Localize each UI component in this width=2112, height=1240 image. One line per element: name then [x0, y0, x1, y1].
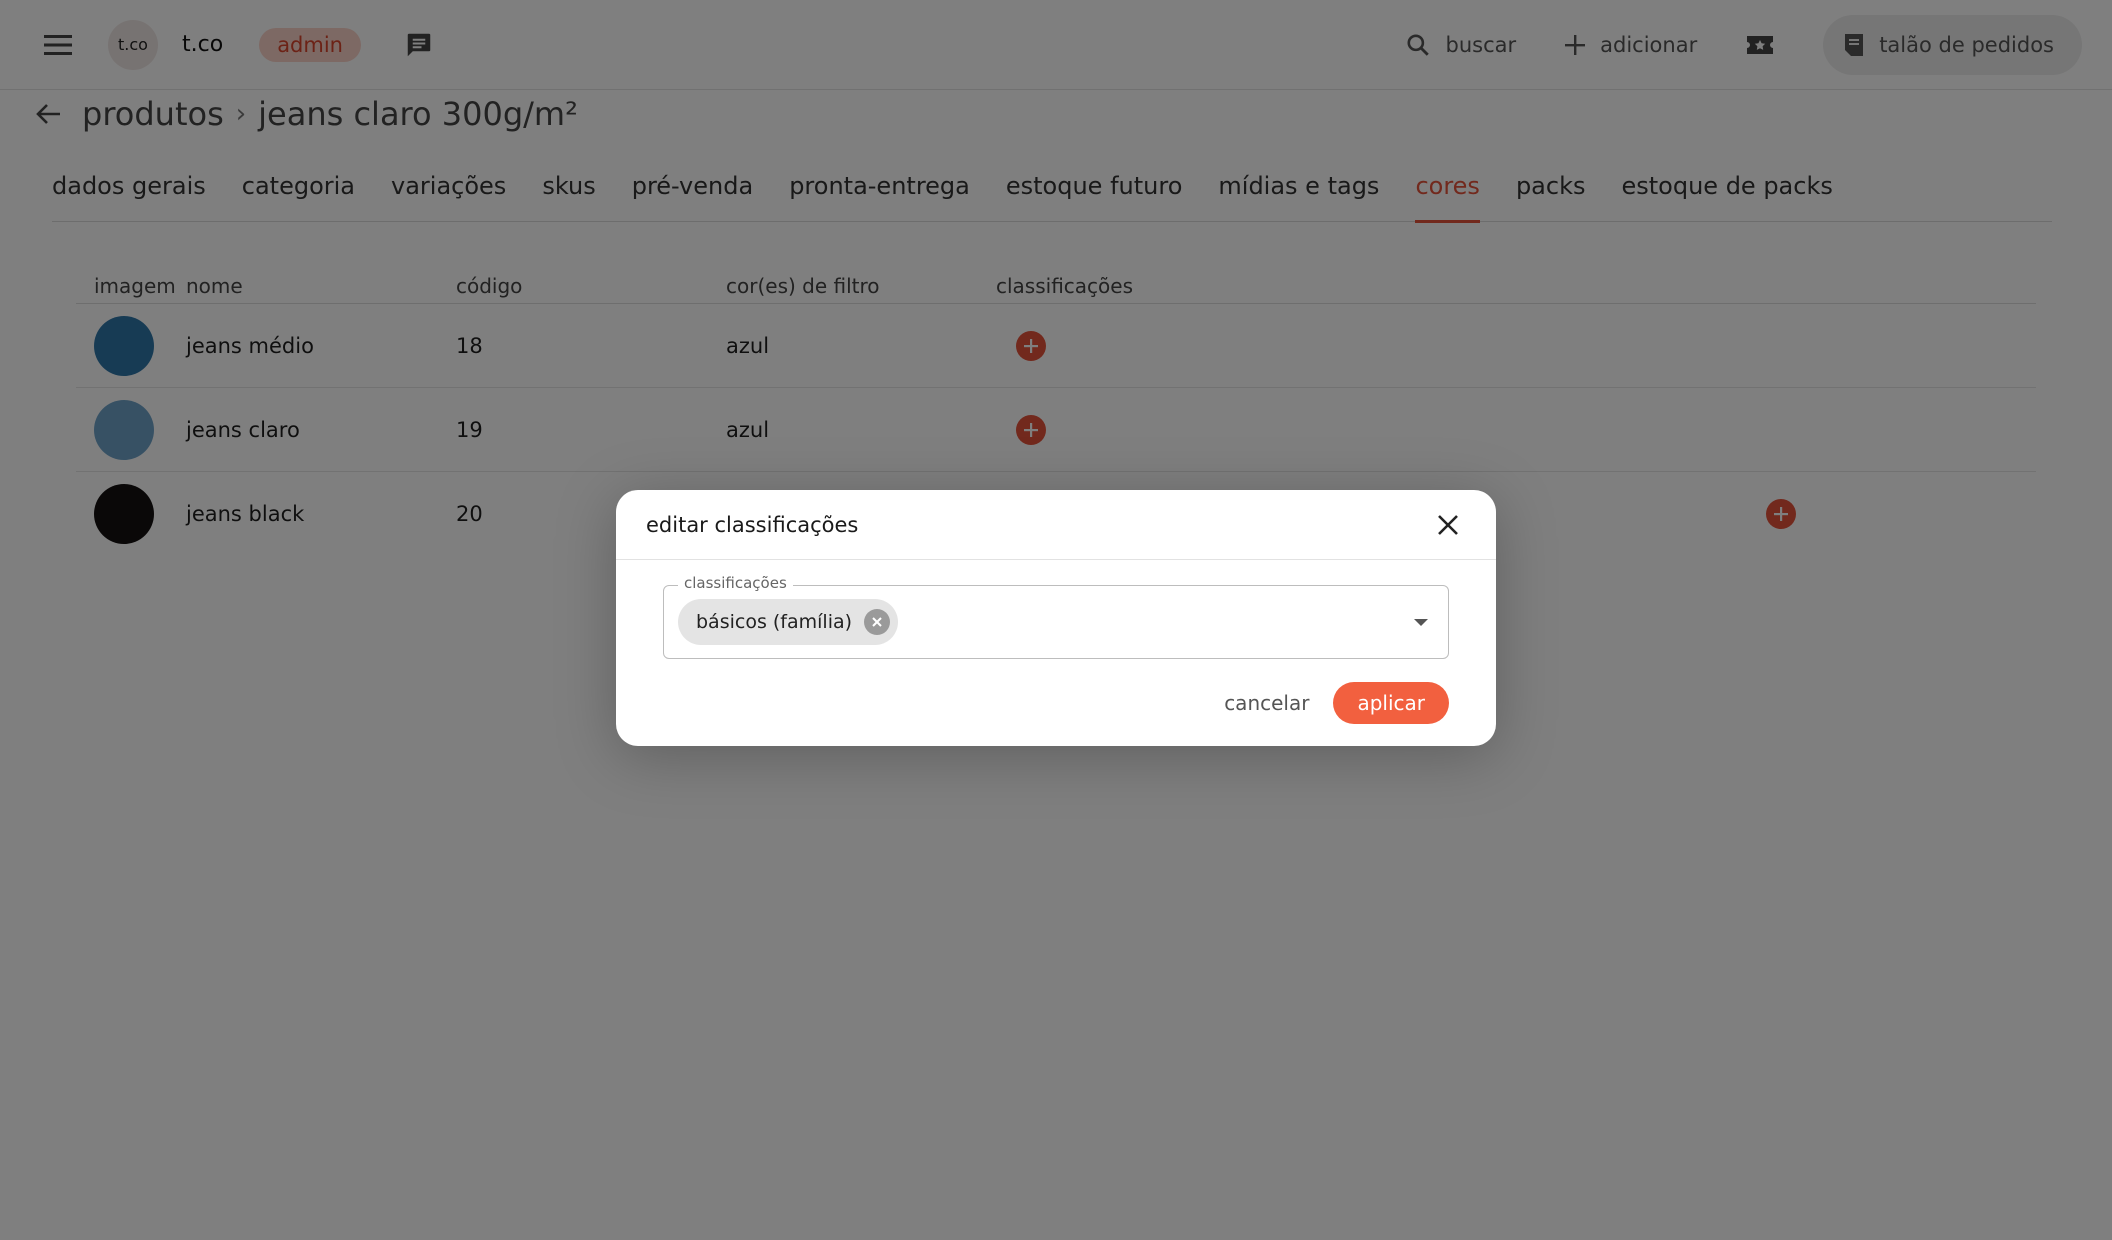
classifications-select[interactable]: classificações básicos (família): [663, 574, 1449, 659]
chip-label: básicos (família): [696, 611, 853, 633]
dialog-actions: cancelar aplicar: [1224, 682, 1449, 724]
dialog-title: editar classificações: [646, 512, 859, 537]
edit-classifications-dialog: editar classificações classificações bás…: [616, 490, 1496, 746]
dialog-header: editar classificações: [616, 490, 1496, 560]
chevron-down-icon[interactable]: [1414, 618, 1428, 626]
apply-button[interactable]: aplicar: [1333, 682, 1449, 724]
close-icon[interactable]: [1428, 505, 1468, 545]
chip-remove-icon[interactable]: [864, 609, 891, 635]
classification-chip: básicos (família): [678, 599, 899, 645]
classifications-field-label: classificações: [678, 574, 793, 592]
cancel-button[interactable]: cancelar: [1224, 691, 1309, 715]
